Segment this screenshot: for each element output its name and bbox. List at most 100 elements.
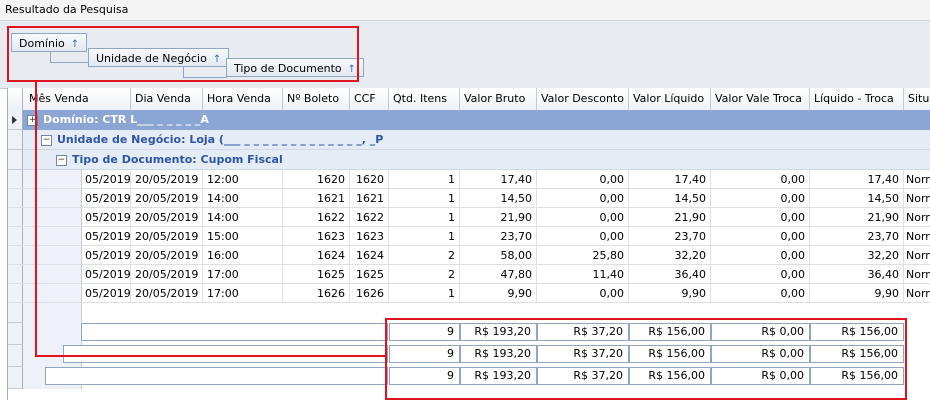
cell-liq-troca[interactable]: 17,40 <box>810 170 904 189</box>
cell-liquido[interactable]: 21,90 <box>629 208 711 227</box>
sort-ascending-icon[interactable]: ↑ <box>71 39 79 50</box>
cell-desconto[interactable]: 11,40 <box>537 265 629 284</box>
cell-boleto[interactable]: 1623 <box>283 227 350 246</box>
cell-qtd[interactable]: 1 <box>389 284 460 303</box>
cell-liq-troca[interactable]: 32,20 <box>810 246 904 265</box>
column-header-hora-venda[interactable]: Hora Venda <box>203 88 283 110</box>
cell-qtd[interactable]: 1 <box>389 189 460 208</box>
column-header-mes-venda[interactable]: Mês Venda <box>23 88 131 110</box>
cell-dia[interactable]: 20/05/2019 <box>131 284 203 303</box>
column-header-situacao[interactable]: Situaç <box>904 88 930 110</box>
table-row[interactable]: 05/2019 20/05/2019 14:00 1622 1622 1 21,90 0,00… <box>8 208 930 227</box>
cell-vale[interactable]: 0,00 <box>711 265 810 284</box>
cell-ccf[interactable]: 1625 <box>350 265 389 284</box>
column-header-qtd-itens[interactable]: Qtd. Itens <box>389 88 460 110</box>
cell-bruto[interactable]: 9,90 <box>460 284 537 303</box>
cell-liquido[interactable]: 9,90 <box>629 284 711 303</box>
group-chip-unidade[interactable]: Unidade de Negócio ↑ <box>88 48 230 67</box>
cell-vale[interactable]: 0,00 <box>711 227 810 246</box>
cell-vale[interactable]: 0,00 <box>711 246 810 265</box>
column-header-ccf[interactable]: CCF <box>350 88 389 110</box>
cell-liquido[interactable]: 32,20 <box>629 246 711 265</box>
cell-ccf[interactable]: 1620 <box>350 170 389 189</box>
cell-boleto[interactable]: 1621 <box>283 189 350 208</box>
column-header-boleto[interactable]: Nº Boleto <box>283 88 350 110</box>
cell-mes[interactable]: 05/2019 <box>81 227 131 246</box>
cell-qtd[interactable]: 1 <box>389 170 460 189</box>
cell-ccf[interactable]: 1624 <box>350 246 389 265</box>
row-indicator[interactable] <box>8 303 23 323</box>
cell-dia[interactable]: 20/05/2019 <box>131 246 203 265</box>
column-header-valor-bruto[interactable]: Valor Bruto <box>460 88 537 110</box>
sort-ascending-icon[interactable]: ↑ <box>213 54 221 65</box>
cell-vale[interactable]: 0,00 <box>711 208 810 227</box>
cell-bruto[interactable]: 58,00 <box>460 246 537 265</box>
cell-boleto[interactable]: 1625 <box>283 265 350 284</box>
cell-dia[interactable]: 20/05/2019 <box>131 189 203 208</box>
cell-liq-troca[interactable]: 21,90 <box>810 208 904 227</box>
cell-liquido[interactable]: 23,70 <box>629 227 711 246</box>
table-row[interactable]: 05/2019 20/05/2019 14:00 1621 1621 1 14,50 0,00… <box>8 189 930 208</box>
collapse-icon[interactable]: − <box>41 134 52 146</box>
cell-dia[interactable]: 20/05/2019 <box>131 265 203 284</box>
cell-hora[interactable]: 14:00 <box>203 208 283 227</box>
cell-hora[interactable]: 12:00 <box>203 170 283 189</box>
cell-liq-troca[interactable]: 14,50 <box>810 189 904 208</box>
cell-hora[interactable]: 17:00 <box>203 284 283 303</box>
table-row[interactable]: 05/2019 20/05/2019 17:00 1626 1626 1 9,90 0,00 9… <box>8 284 930 303</box>
cell-desconto[interactable]: 0,00 <box>537 227 629 246</box>
cell-situacao[interactable]: Norma <box>904 227 930 246</box>
group-row-dominio[interactable]: + Domínio: CTR L___ _ _ _ _ _A <box>23 110 930 130</box>
cell-dia[interactable]: 20/05/2019 <box>131 208 203 227</box>
cell-bruto[interactable]: 47,80 <box>460 265 537 284</box>
group-row-tipo-documento[interactable]: − Tipo de Documento: Cupom Fiscal <box>23 150 930 170</box>
table-row[interactable]: 05/2019 20/05/2019 12:00 1620 1620 1 17,40 0,00… <box>8 170 930 189</box>
column-header-liquido-troca[interactable]: Líquido - Troca <box>810 88 904 110</box>
cell-boleto[interactable]: 1626 <box>283 284 350 303</box>
cell-ccf[interactable]: 1626 <box>350 284 389 303</box>
cell-desconto[interactable]: 0,00 <box>537 189 629 208</box>
cell-situacao[interactable]: Norma <box>904 265 930 284</box>
cell-liq-troca[interactable]: 23,70 <box>810 227 904 246</box>
row-indicator[interactable] <box>8 367 23 389</box>
cell-desconto[interactable]: 25,80 <box>537 246 629 265</box>
cell-liquido[interactable]: 17,40 <box>629 170 711 189</box>
cell-ccf[interactable]: 1623 <box>350 227 389 246</box>
cell-vale[interactable]: 0,00 <box>711 189 810 208</box>
cell-qtd[interactable]: 1 <box>389 208 460 227</box>
cell-ccf[interactable]: 1621 <box>350 189 389 208</box>
cell-mes[interactable]: 05/2019 <box>81 208 131 227</box>
cell-qtd[interactable]: 1 <box>389 227 460 246</box>
row-indicator[interactable] <box>8 130 23 150</box>
cell-mes[interactable]: 05/2019 <box>81 170 131 189</box>
cell-mes[interactable]: 05/2019 <box>81 284 131 303</box>
cell-ccf[interactable]: 1622 <box>350 208 389 227</box>
cell-bruto[interactable]: 23,70 <box>460 227 537 246</box>
cell-mes[interactable]: 05/2019 <box>81 189 131 208</box>
cell-hora[interactable]: 17:00 <box>203 265 283 284</box>
cell-hora[interactable]: 14:00 <box>203 189 283 208</box>
cell-boleto[interactable]: 1622 <box>283 208 350 227</box>
cell-situacao[interactable]: Norma <box>904 284 930 303</box>
column-header-valor-vale-troca[interactable]: Valor Vale Troca <box>711 88 810 110</box>
column-header-valor-liquido[interactable]: Valor Líquido <box>629 88 711 110</box>
group-chip-dominio[interactable]: Domínio ↑ <box>11 33 88 52</box>
cell-dia[interactable]: 20/05/2019 <box>131 227 203 246</box>
table-row[interactable]: 05/2019 20/05/2019 17:00 1625 1625 2 47,80 11,4… <box>8 265 930 284</box>
cell-boleto[interactable]: 1620 <box>283 170 350 189</box>
table-row[interactable]: 05/2019 20/05/2019 16:00 1624 1624 2 58,00 25,8… <box>8 246 930 265</box>
row-indicator[interactable] <box>8 150 23 170</box>
cell-desconto[interactable]: 0,00 <box>537 170 629 189</box>
cell-mes[interactable]: 05/2019 <box>81 246 131 265</box>
cell-vale[interactable]: 0,00 <box>711 170 810 189</box>
cell-qtd[interactable]: 2 <box>389 265 460 284</box>
table-row[interactable]: 05/2019 20/05/2019 15:00 1623 1623 1 23,70 0,00… <box>8 227 930 246</box>
cell-liq-troca[interactable]: 36,40 <box>810 265 904 284</box>
cell-vale[interactable]: 0,00 <box>711 284 810 303</box>
group-chip-tipo-documento[interactable]: Tipo de Documento ↑ <box>226 58 365 77</box>
cell-liquido[interactable]: 14,50 <box>629 189 711 208</box>
row-indicator[interactable] <box>8 323 23 345</box>
sort-ascending-icon[interactable]: ↑ <box>348 64 356 75</box>
row-indicator[interactable] <box>8 345 23 367</box>
cell-boleto[interactable]: 1624 <box>283 246 350 265</box>
